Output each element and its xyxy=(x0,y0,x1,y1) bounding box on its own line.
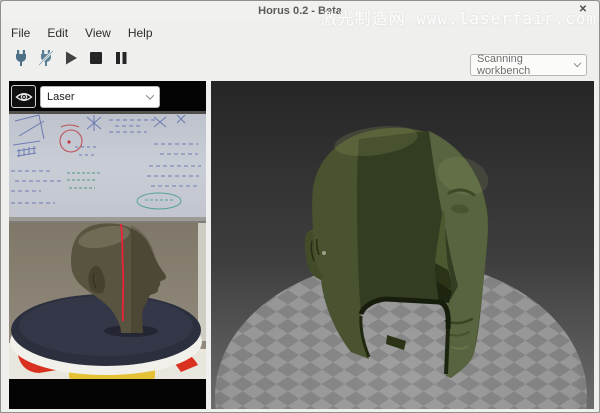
chevron-down-icon xyxy=(146,91,154,99)
camera-video-feed xyxy=(9,111,206,379)
menubar: File Edit View Help xyxy=(9,25,155,41)
horus-app-window: Horus 0.2 - Beta ✕ 激光制造网 www.laserfair.c… xyxy=(0,0,600,413)
scanning-workbench: Laser xyxy=(9,81,594,409)
pause-icon xyxy=(112,49,130,67)
view-toggle-button[interactable] xyxy=(11,85,36,108)
stop-icon xyxy=(87,49,105,67)
play-button[interactable] xyxy=(61,48,81,68)
workbench-select[interactable]: Scanning workbench xyxy=(470,54,587,76)
eye-icon xyxy=(15,89,33,105)
video-source-value: Laser xyxy=(47,91,75,103)
plug-disconnect-icon xyxy=(37,49,55,67)
stop-button[interactable] xyxy=(86,48,106,68)
whiteboard xyxy=(9,114,206,217)
disconnect-button[interactable] xyxy=(36,48,56,68)
workbench-select-value: Scanning workbench xyxy=(477,53,569,77)
chevron-down-icon xyxy=(573,60,581,68)
menu-edit[interactable]: Edit xyxy=(45,25,70,41)
connect-button[interactable] xyxy=(11,48,31,68)
video-source-select[interactable]: Laser xyxy=(40,86,160,108)
play-icon xyxy=(62,49,80,67)
camera-panel: Laser xyxy=(9,81,206,409)
pause-button[interactable] xyxy=(111,48,131,68)
toolbar xyxy=(11,48,131,68)
scene-3d-viewport[interactable] xyxy=(211,81,594,409)
menu-file[interactable]: File xyxy=(9,25,32,41)
menu-help[interactable]: Help xyxy=(126,25,155,41)
menu-view[interactable]: View xyxy=(83,25,113,41)
plug-icon xyxy=(12,49,30,67)
camera-controls: Laser xyxy=(9,81,206,111)
watermark-text: 激光制造网 www.laserfair.com xyxy=(321,5,597,29)
